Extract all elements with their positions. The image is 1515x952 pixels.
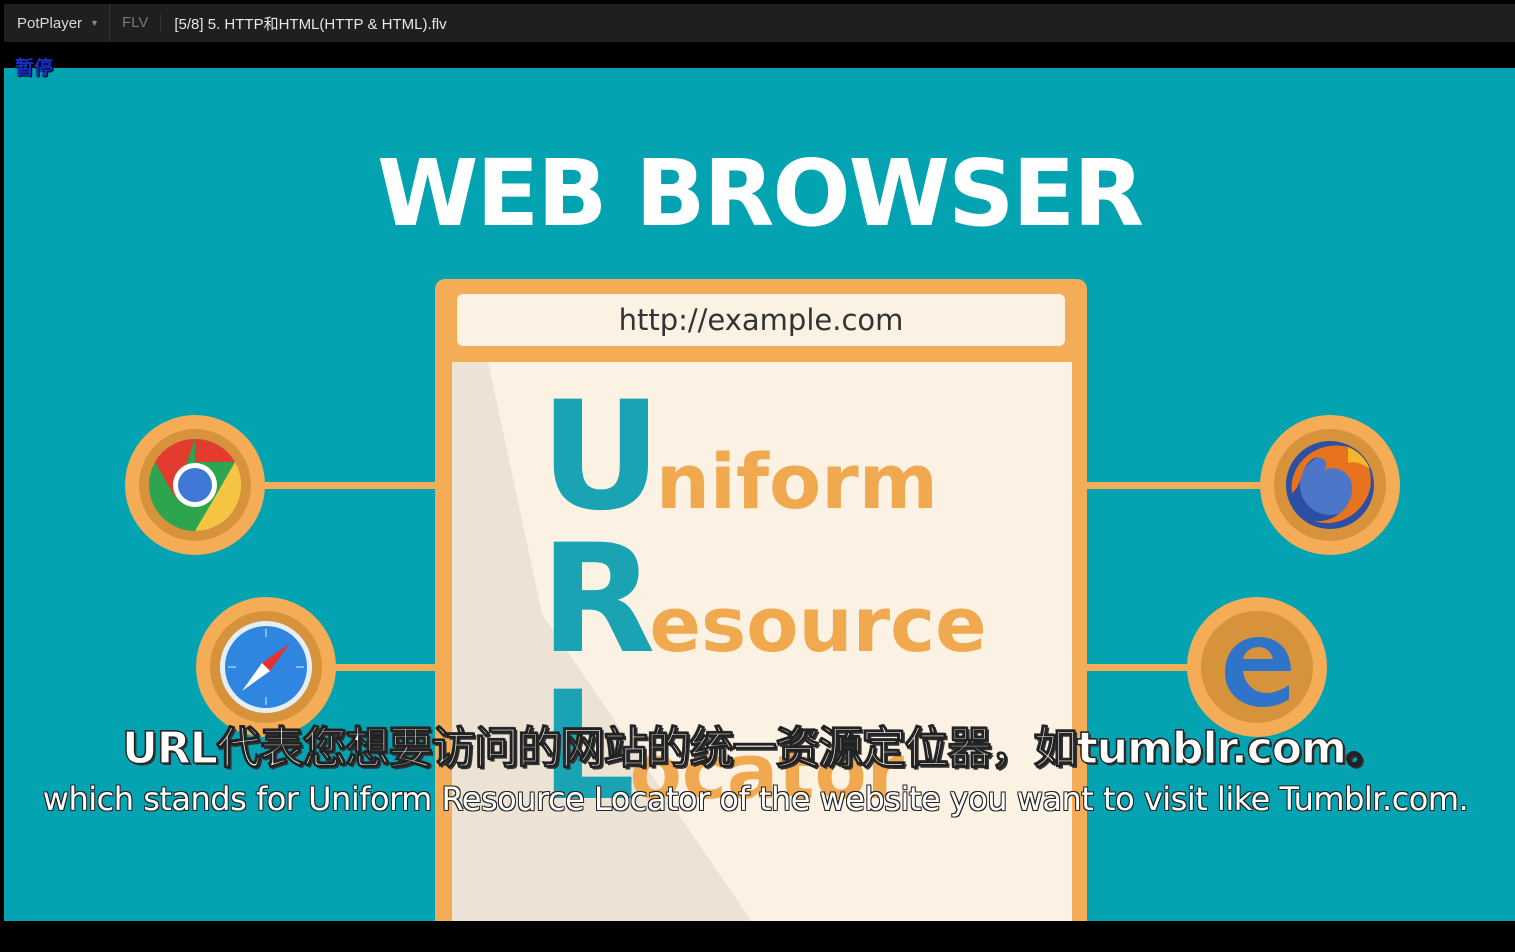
- browser-page-illustration: U niform R esource L ocator: [452, 362, 1072, 921]
- chrome-icon: [125, 415, 265, 555]
- subtitle-overlay: URL代表您想要访问的网站的统一资源定位器，如tumblr.com。 which…: [0, 712, 1511, 818]
- acronym-rest: esource: [649, 580, 987, 669]
- acronym-initial: U: [540, 370, 662, 544]
- acronym-line-resource: R esource: [540, 525, 987, 675]
- pause-status-osd: 暂停: [15, 57, 54, 79]
- browser-window-illustration: http://example.com U niform R esource L …: [435, 279, 1087, 921]
- connector-line: [1084, 482, 1264, 489]
- connector-line: [1084, 664, 1194, 671]
- subtitle-chinese: URL代表您想要访问的网站的统一资源定位器，如tumblr.com。: [122, 722, 1391, 774]
- chevron-down-icon: ▼: [90, 18, 99, 28]
- subtitle-english: which stands for Uniform Resource Locato…: [42, 780, 1469, 818]
- app-name: PotPlayer: [17, 14, 83, 32]
- app-menu-button[interactable]: PotPlayer ▼: [4, 4, 110, 42]
- format-label: FLV: [110, 14, 162, 32]
- acronym-line-uniform: U niform: [540, 382, 938, 532]
- acronym-rest: niform: [655, 437, 938, 526]
- connector-line: [259, 482, 439, 489]
- video-headline: WEB BROWSER: [376, 140, 1144, 247]
- acronym-initial: R: [540, 513, 656, 687]
- connector-line: [330, 664, 440, 671]
- file-title: [5/8] 5. HTTP和HTML(HTTP & HTML).flv: [174, 15, 447, 33]
- url-bar-illustration: http://example.com: [457, 294, 1065, 346]
- title-bar: PotPlayer ▼ FLV [5/8] 5. HTTP和HTML(HTTP …: [4, 4, 1515, 42]
- firefox-icon: [1260, 415, 1400, 555]
